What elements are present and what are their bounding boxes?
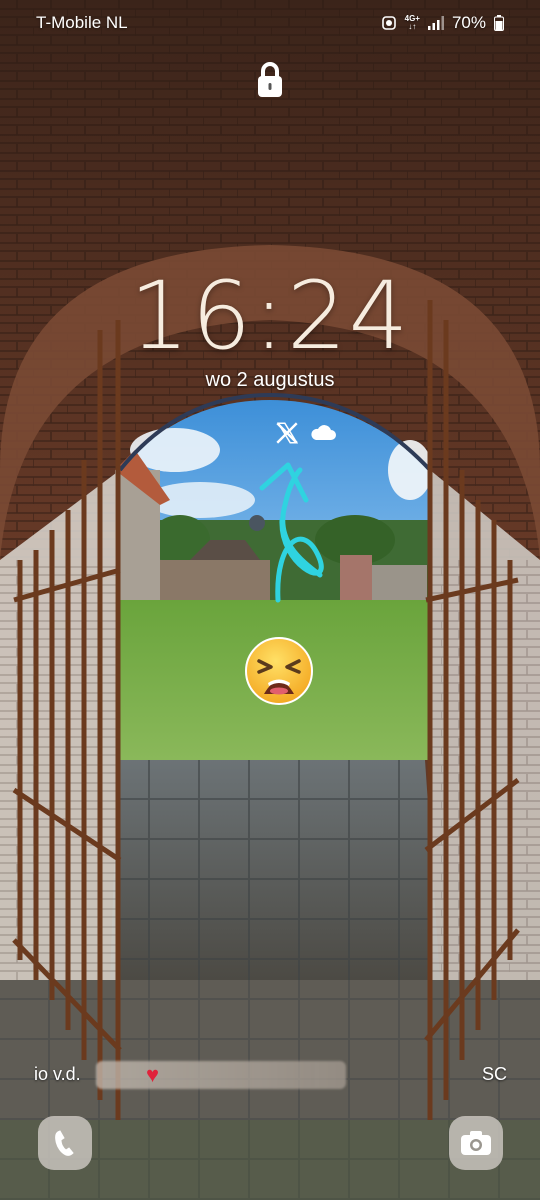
- cloud-icon: [311, 425, 336, 440]
- tired-face-emoji: [245, 637, 313, 705]
- notification-right-text: SC: [482, 1064, 508, 1084]
- carrier-label: T-Mobile NL: [36, 13, 128, 32]
- heart-icon: ♥: [146, 1062, 160, 1087]
- redacted-message: [96, 1061, 346, 1089]
- network-type: 4G+ ↓↑: [404, 14, 420, 31]
- battery-icon: [494, 15, 504, 31]
- phone-icon: [55, 1130, 74, 1156]
- lockscreen-clock: 16:24: [129, 262, 411, 371]
- notification-preview[interactable]: io v.d. ♥ SC: [0, 1060, 540, 1090]
- battery-percentage: 70%: [451, 13, 486, 32]
- camera-icon: [461, 1131, 491, 1155]
- alarm-icon: [381, 16, 396, 30]
- lockscreen-date: wo 2 augustus: [205, 369, 335, 391]
- notification-sender: io v.d.: [34, 1064, 81, 1084]
- x-icon: [276, 422, 299, 444]
- status-icons: 4G+ ↓↑ 70%: [381, 13, 504, 33]
- wallpaper: [0, 0, 540, 1200]
- phone-shortcut-button[interactable]: [38, 1116, 92, 1170]
- notification-icons[interactable]: [274, 420, 336, 446]
- camera-shortcut-button[interactable]: [449, 1116, 503, 1170]
- lock-icon[interactable]: [254, 60, 286, 100]
- signal-icon: [427, 16, 444, 30]
- status-bar: T-Mobile NL 4G+ ↓↑ 70%: [0, 0, 540, 46]
